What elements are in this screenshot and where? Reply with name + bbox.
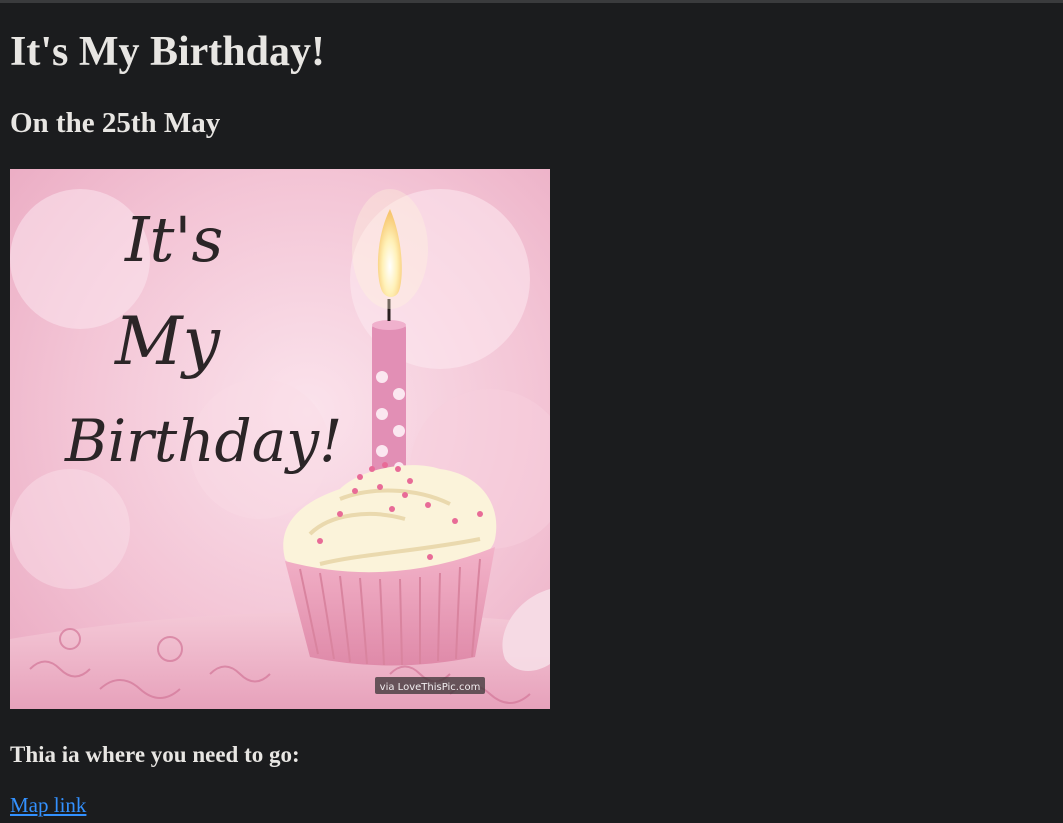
script-line-its: It's bbox=[124, 203, 223, 276]
script-line-my: My bbox=[114, 303, 221, 380]
script-line-birthday: Birthday! bbox=[64, 407, 342, 475]
directions-text: Thia ia where you need to go: bbox=[10, 742, 300, 767]
birthday-card-image: It's My Birthday! via LoveThisPic.com bbox=[10, 169, 550, 709]
watermark-text: via LoveThisPic.com bbox=[380, 682, 481, 693]
browser-top-border bbox=[0, 0, 1063, 3]
page-title: It's My Birthday! bbox=[10, 29, 325, 75]
page-subtitle: On the 25th May bbox=[10, 107, 221, 139]
map-link[interactable]: Map link bbox=[10, 792, 86, 818]
